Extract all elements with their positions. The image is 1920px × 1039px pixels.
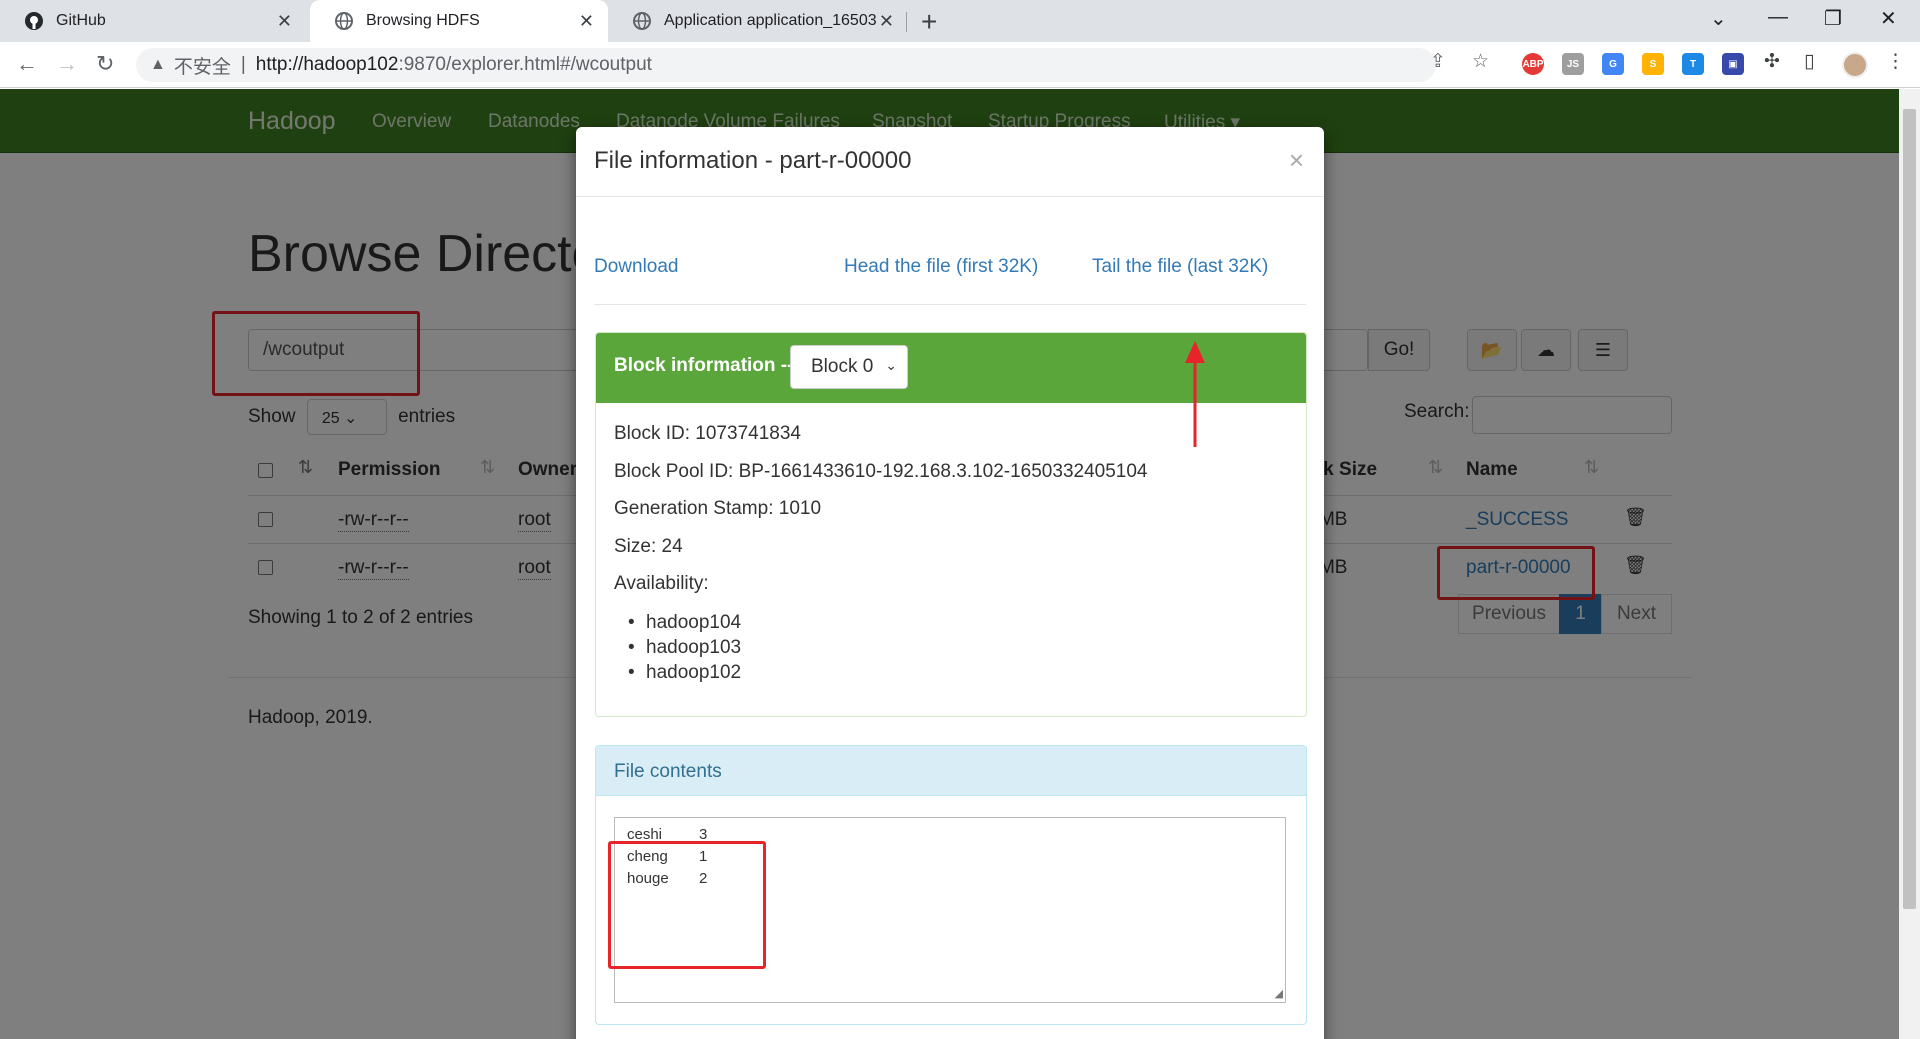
tab-title: Browsing HDFS bbox=[366, 12, 480, 29]
modal-title: File information - part-r-00000 bbox=[594, 147, 912, 174]
url-host: http://hadoop102 bbox=[255, 54, 399, 75]
tab-title: GitHub bbox=[56, 12, 106, 29]
scrollbar-thumb[interactable] bbox=[1903, 109, 1916, 909]
file-contents-label: File contents bbox=[614, 761, 722, 782]
close-tab-icon[interactable]: ✕ bbox=[277, 11, 292, 32]
close-tab-icon[interactable]: ✕ bbox=[579, 11, 594, 32]
tab-title: Application application_16503 bbox=[664, 12, 877, 29]
insecure-label: 不安全 bbox=[173, 56, 231, 78]
bookmark-star-icon[interactable]: ☆ bbox=[1472, 50, 1489, 73]
download-link[interactable]: Download bbox=[594, 256, 679, 278]
tab-application[interactable]: Application application_16503 ✕ bbox=[608, 0, 908, 42]
tail-file-link[interactable]: Tail the file (last 32K) bbox=[1092, 256, 1268, 278]
adblock-icon[interactable]: ABP bbox=[1522, 53, 1544, 75]
minimize-icon[interactable]: — bbox=[1768, 6, 1788, 29]
block-pool-id: Block Pool ID: BP-1661433610-192.168.3.1… bbox=[614, 461, 1148, 482]
warning-icon: ▲ bbox=[150, 56, 166, 73]
extensions-puzzle-icon[interactable]: ✣ bbox=[1764, 50, 1780, 73]
side-panel-icon[interactable]: ▯ bbox=[1804, 50, 1814, 73]
block-id: Block ID: 1073741834 bbox=[614, 423, 801, 444]
maximize-icon[interactable]: ❐ bbox=[1824, 6, 1842, 31]
modal-header: File information - part-r-00000 × bbox=[576, 127, 1324, 197]
github-icon bbox=[25, 12, 43, 30]
back-icon[interactable]: ← bbox=[16, 51, 38, 77]
menu-kebab-icon[interactable]: ⋮ bbox=[1886, 50, 1905, 73]
block-select[interactable]: Block 0 ⌄ bbox=[790, 345, 908, 389]
head-file-link[interactable]: Head the file (first 32K) bbox=[844, 256, 1038, 278]
availability-label: Availability: bbox=[614, 573, 709, 594]
avatar[interactable] bbox=[1842, 52, 1868, 78]
orange-ext-icon[interactable]: S bbox=[1642, 53, 1664, 75]
globe-icon bbox=[335, 12, 353, 30]
browser-tab-bar: GitHub ✕ Browsing HDFS ✕ Application app… bbox=[0, 0, 1920, 42]
block-size: Size: 24 bbox=[614, 536, 683, 557]
modal-divider bbox=[594, 304, 1306, 305]
address-bar: ← → ↻ ▲ 不安全 | http://hadoop102 :9870/exp… bbox=[0, 42, 1920, 88]
generation-stamp: Generation Stamp: 1010 bbox=[614, 498, 822, 519]
tab-browsing-hdfs[interactable]: Browsing HDFS ✕ bbox=[310, 0, 608, 42]
tab-separator bbox=[906, 12, 907, 32]
share-icon[interactable]: ⇪ bbox=[1430, 50, 1446, 73]
block-information-label: Block information -- bbox=[614, 355, 794, 376]
block-select-value: Block 0 bbox=[811, 356, 874, 377]
globe-icon bbox=[633, 12, 651, 30]
resize-handle-icon[interactable]: ◢ bbox=[1275, 987, 1283, 1000]
js-icon[interactable]: JS bbox=[1562, 53, 1584, 75]
close-tab-icon[interactable]: ✕ bbox=[879, 11, 894, 32]
omnibox-divider: | bbox=[240, 54, 246, 75]
translate-icon[interactable]: G bbox=[1602, 53, 1624, 75]
save-ext-icon[interactable]: ▣ bbox=[1722, 53, 1744, 75]
url-input[interactable]: ▲ 不安全 | http://hadoop102 :9870/explorer.… bbox=[136, 48, 1436, 82]
tab-github[interactable]: GitHub ✕ bbox=[0, 0, 306, 42]
tag-ext-icon[interactable]: T bbox=[1682, 53, 1704, 75]
forward-icon[interactable]: → bbox=[56, 51, 78, 77]
url-path: :9870/explorer.html#/wcoutput bbox=[398, 54, 652, 75]
host-item: hadoop103 bbox=[628, 637, 741, 659]
close-window-icon[interactable]: ✕ bbox=[1880, 6, 1897, 31]
reload-icon[interactable]: ↻ bbox=[96, 51, 114, 77]
file-contents-heading: File contents bbox=[596, 746, 1306, 796]
chevron-down-icon: ⌄ bbox=[885, 357, 897, 373]
host-item: hadoop102 bbox=[628, 662, 741, 684]
close-icon[interactable]: × bbox=[1289, 145, 1304, 176]
annotation-box-contents bbox=[608, 841, 766, 969]
new-tab-icon[interactable]: + bbox=[921, 6, 937, 38]
hdfs-page: Hadoop Overview Datanodes Datanode Volum… bbox=[0, 89, 1899, 1039]
host-item: hadoop104 bbox=[628, 612, 741, 634]
tab-search-icon[interactable]: ⌄ bbox=[1710, 6, 1727, 31]
annotation-arrow-icon bbox=[1185, 341, 1205, 447]
page-scrollbar[interactable] bbox=[1899, 89, 1920, 1039]
file-information-modal: File information - part-r-00000 × Downlo… bbox=[576, 127, 1324, 1039]
